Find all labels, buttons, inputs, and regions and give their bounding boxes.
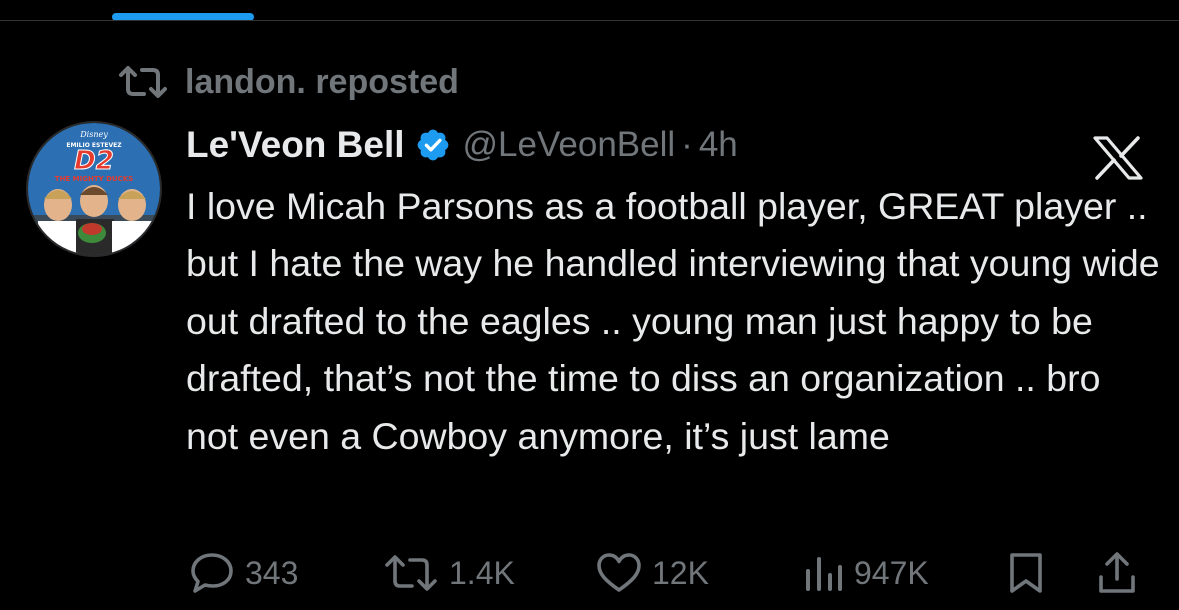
- like-count: 12K: [652, 554, 709, 591]
- repost-icon: [385, 555, 437, 591]
- share-icon: [1099, 552, 1135, 593]
- post-header: Le'Veon Bell @LeVeonBell · 4h: [186, 122, 738, 168]
- avatar[interactable]: Disney EMILIO ESTEVEZ D2 THE MIGHTY DUCK…: [26, 121, 162, 257]
- post-text: I love Micah Parsons as a football playe…: [186, 185, 1160, 457]
- separator-dot: ·: [681, 125, 693, 164]
- like-button[interactable]: 12K: [596, 545, 709, 601]
- x-logo-icon: [1093, 136, 1143, 180]
- heart-icon: [597, 553, 641, 592]
- display-name[interactable]: Le'Veon Bell: [186, 124, 405, 166]
- views-count: 947K: [854, 554, 929, 591]
- views-icon: [806, 557, 842, 591]
- username-handle[interactable]: @LeVeonBell: [463, 125, 676, 165]
- verified-badge-icon[interactable]: [415, 127, 451, 163]
- poster-brand: Disney: [79, 130, 108, 139]
- post-timestamp[interactable]: 4h: [699, 125, 738, 165]
- share-button[interactable]: [1097, 545, 1137, 601]
- repost-count: 1.4K: [449, 554, 515, 591]
- repost-button[interactable]: 1.4K: [383, 545, 515, 601]
- bookmark-icon: [1010, 553, 1042, 593]
- poster-title: D2: [74, 146, 114, 176]
- reply-count: 343: [245, 554, 299, 591]
- repost-context[interactable]: landon. reposted: [117, 62, 459, 102]
- repost-icon: [119, 66, 167, 98]
- divider: [0, 20, 1179, 21]
- reply-button[interactable]: 343: [189, 545, 298, 601]
- reply-icon: [191, 553, 233, 593]
- poster-subtitle: THE MIGHTY DUCKS: [55, 175, 133, 183]
- avatar-image: Disney EMILIO ESTEVEZ D2 THE MIGHTY DUCK…: [28, 123, 160, 255]
- bookmark-button[interactable]: [1007, 545, 1045, 601]
- post-screenshot: landon. reposted Disney EMILIO ESTEVEZ D…: [0, 0, 1179, 610]
- action-bar: 343 1.4K 12K 947K: [0, 545, 1179, 601]
- repost-label: landon. reposted: [185, 62, 459, 101]
- views-button[interactable]: 947K: [800, 545, 929, 601]
